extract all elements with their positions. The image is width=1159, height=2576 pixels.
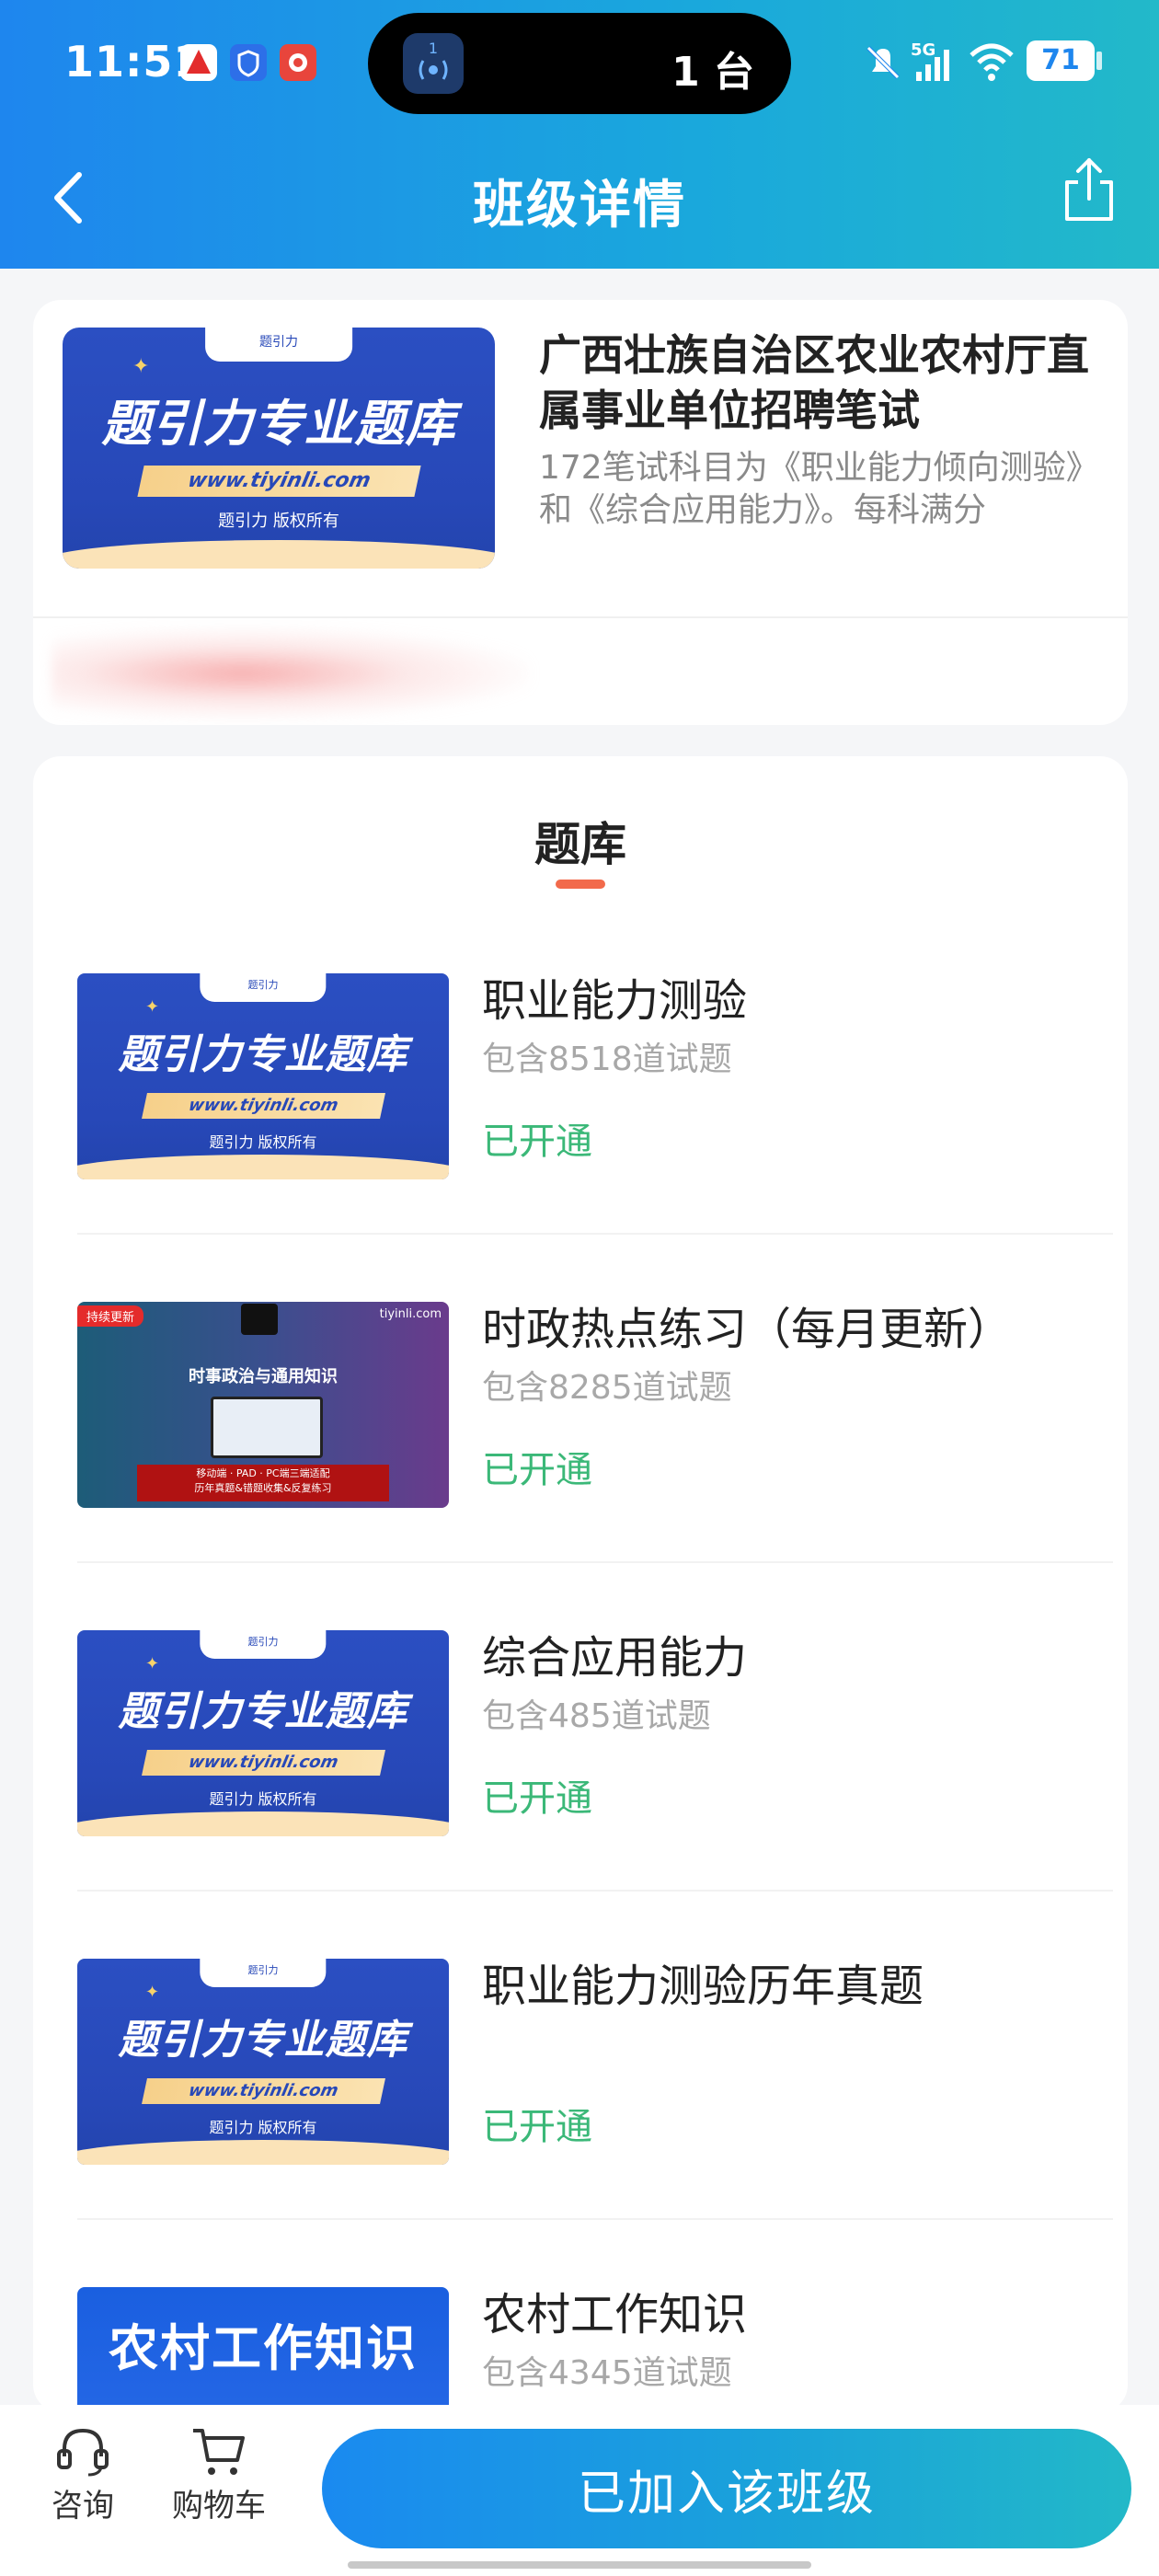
bank-name: 综合应用能力 <box>482 1632 748 1684</box>
wifi-icon <box>970 43 1014 81</box>
redacted-area <box>52 627 530 719</box>
brand-logo <box>240 1304 278 1335</box>
thumb-badge: 持续更新 <box>77 1305 144 1327</box>
section-heading: 题库 <box>534 818 626 871</box>
thumb-title: 农村工作知识 <box>109 2319 418 2377</box>
share-icon[interactable] <box>1063 156 1115 223</box>
battery-nub <box>1096 52 1102 70</box>
bank-status: 已开通 <box>482 1449 592 1491</box>
banner-line: 历年真题&错题收集&反复练习 <box>194 1481 332 1494</box>
consult-label: 咨询 <box>52 2488 114 2524</box>
thumb-url: www.tiyinli.com <box>141 1093 385 1119</box>
cart-button[interactable]: 购物车 <box>164 2423 274 2525</box>
divider <box>77 1890 1113 1892</box>
thumb-title: 题引力专业题库 <box>101 395 456 453</box>
bank-name: 时政热点练习（每月更新） <box>482 1304 1013 1355</box>
star-icon: ✦ <box>145 1983 160 2002</box>
star-icon: ✦ <box>145 1654 160 1673</box>
thumb-title: 题引力专业题库 <box>118 2017 408 2064</box>
bank-question-count: 包含485道试题 <box>482 1697 711 1735</box>
signal-icon <box>916 50 949 81</box>
bank-item-current-affairs[interactable]: 持续更新 tiyinli.com 时事政治与通用知识 移动端 · PAD · P… <box>77 1269 1113 1596</box>
home-indicator[interactable] <box>348 2561 811 2569</box>
thumb-brand-tab: 题引力 <box>205 328 352 362</box>
dynamic-island[interactable]: 1 1 台 <box>368 13 791 114</box>
bank-thumbnail: 题引力 ✦ 题引力专业题库 www.tiyinli.com 题引力 版权所有 <box>77 1630 449 1836</box>
bank-item-comprehensive[interactable]: 题引力 ✦ 题引力专业题库 www.tiyinli.com 题引力 版权所有 综… <box>77 1597 1113 1925</box>
star-icon: ✦ <box>132 355 150 378</box>
thumb-domain: tiyinli.com <box>379 1307 442 1321</box>
cart-label: 购物车 <box>172 2488 266 2524</box>
thumb-wave <box>77 1811 449 1836</box>
class-description: 172笔试科目为《职业能力倾向测验》和《综合应用能力》。每科满分 <box>539 449 1099 529</box>
thumb-copyright: 题引力 版权所有 <box>218 512 339 531</box>
bank-item-career-ability[interactable]: 题引力 ✦ 题引力专业题库 www.tiyinli.com 题引力 版权所有 职… <box>77 940 1113 1268</box>
joined-class-button[interactable]: 已加入该班级 <box>322 2429 1131 2548</box>
bank-name: 职业能力测验 <box>482 975 748 1027</box>
bank-name: 职业能力测验历年真题 <box>482 1961 924 2012</box>
divider <box>77 1233 1113 1235</box>
bank-question-count: 包含4345道试题 <box>482 2354 732 2392</box>
thumb-copyright: 题引力 版权所有 <box>209 2119 317 2136</box>
headset-icon <box>57 2428 109 2477</box>
bank-item-rural-work[interactable]: 农村工作知识 农村工作知识 包含4345道试题 <box>77 2254 1113 2412</box>
page-title: 班级详情 <box>473 176 686 236</box>
broadcast-icon: 1 <box>403 33 464 94</box>
question-bank-section: 题库 题引力 ✦ 题引力专业题库 www.tiyinli.com 题引力 版权所… <box>33 756 1128 2412</box>
bank-thumbnail: 持续更新 tiyinli.com 时事政治与通用知识 移动端 · PAD · P… <box>77 1302 449 1508</box>
bank-name: 农村工作知识 <box>482 2289 748 2340</box>
bank-thumbnail: 农村工作知识 <box>77 2287 449 2412</box>
consult-button[interactable]: 咨询 <box>28 2423 138 2525</box>
cart-icon <box>193 2429 245 2475</box>
divider <box>77 1561 1113 1563</box>
bank-status: 已开通 <box>482 1121 592 1163</box>
thumb-brand-tab: 题引力 <box>200 1630 327 1660</box>
bank-question-count: 包含8518道试题 <box>482 1041 732 1078</box>
bank-thumbnail: 题引力 ✦ 题引力专业题库 www.tiyinli.com 题引力 版权所有 <box>77 1959 449 2165</box>
class-title: 广西壮族自治区农业农村厅直属事业单位招聘笔试 <box>539 330 1089 435</box>
bell-muted-icon <box>866 46 900 79</box>
thumb-url: www.tiyinli.com <box>141 2078 385 2104</box>
thumb-title: 时事政治与通用知识 <box>189 1367 338 1387</box>
class-thumbnail: 题引力 ✦ 题引力专业题库 www.tiyinli.com 题引力 版权所有 <box>63 328 495 569</box>
thumb-copyright: 题引力 版权所有 <box>209 1133 317 1151</box>
shopping-app-icon <box>280 44 316 81</box>
heading-underline <box>556 880 605 889</box>
thumb-banner: 移动端 · PAD · PC端三端适配 历年真题&错题收集&反复练习 <box>136 1464 390 1502</box>
thumb-title: 题引力专业题库 <box>118 1688 408 1735</box>
app-header: 11:51 1 1 台 5G 71 班级详情 <box>0 0 1159 269</box>
banner-line: 移动端 · PAD · PC端三端适配 <box>196 1466 330 1479</box>
app-notification-icon <box>180 44 217 81</box>
shield-app-icon <box>230 44 267 81</box>
device-mockup <box>211 1397 323 1459</box>
thumb-wave <box>77 1155 449 1179</box>
thumb-copyright: 题引力 版权所有 <box>209 1790 317 1808</box>
battery-indicator: 71 <box>1027 40 1095 81</box>
thumb-wave <box>77 2140 449 2165</box>
bank-status: 已开通 <box>482 2106 592 2148</box>
svg-text:1: 1 <box>429 40 438 57</box>
thumb-url: www.tiyinli.com <box>136 466 421 497</box>
island-device-count: 1 台 <box>671 49 754 96</box>
status-bar: 11:51 1 1 台 5G 71 <box>0 0 1159 129</box>
divider <box>77 2218 1113 2220</box>
bank-item-past-exams[interactable]: 题引力 ✦ 题引力专业题库 www.tiyinli.com 题引力 版权所有 职… <box>77 1926 1113 2253</box>
class-info-card[interactable]: 题引力 ✦ 题引力专业题库 www.tiyinli.com 题引力 版权所有 广… <box>33 300 1128 725</box>
thumb-url: www.tiyinli.com <box>141 1750 385 1776</box>
bank-thumbnail: 题引力 ✦ 题引力专业题库 www.tiyinli.com 题引力 版权所有 <box>77 973 449 1179</box>
thumb-brand-tab: 题引力 <box>200 1959 327 1988</box>
thumb-brand-tab: 题引力 <box>200 973 327 1003</box>
bank-status: 已开通 <box>482 1777 592 1820</box>
bottom-action-bar: 咨询 购物车 已加入该班级 <box>0 2405 1159 2576</box>
thumb-title: 题引力专业题库 <box>118 1031 408 1078</box>
divider <box>33 616 1128 618</box>
bank-question-count: 包含8285道试题 <box>482 1369 732 1407</box>
star-icon: ✦ <box>145 997 160 1017</box>
